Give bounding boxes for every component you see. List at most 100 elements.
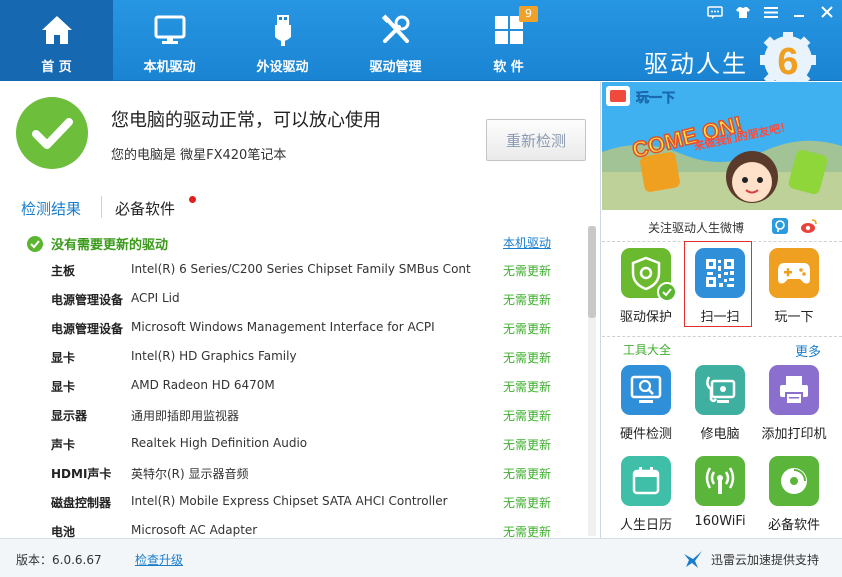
tab-results[interactable]: 检测结果	[21, 198, 81, 219]
device-name: ACPI Lid	[131, 291, 180, 305]
device-type: 磁盘控制器	[51, 496, 112, 510]
check-update-link[interactable]: 检查升级	[135, 551, 183, 568]
logo-digit: 6	[777, 41, 798, 83]
results-scrollbar[interactable]	[588, 226, 596, 536]
usb-icon	[265, 12, 301, 48]
device-status: 无需更新	[503, 525, 552, 538]
device-name: Intel(R) 6 Series/C200 Series Chipset Fa…	[131, 262, 471, 276]
results-summary: 没有需要更新的驱动	[27, 234, 168, 253]
tools-header: 工具大全 更多	[602, 336, 842, 360]
table-row: 声卡 Realtek High Definition Audio 无需更新	[0, 430, 590, 459]
tool-repair-pc[interactable]: 修电脑	[684, 365, 756, 455]
top-bar: 首 页 本机驱动 外设驱动 驱动管理 软 件 9 驱动人生 6	[0, 0, 842, 86]
nav-software[interactable]: 软 件	[452, 0, 565, 81]
tool-hardware-detect[interactable]: 硬件检测	[610, 365, 682, 455]
tool-calendar[interactable]: 人生日历	[610, 456, 682, 546]
nav-local-driver-label: 本机驱动	[143, 60, 196, 75]
device-name: Microsoft Windows Management Interface f…	[131, 320, 435, 334]
gamepad-icon	[769, 248, 819, 298]
nav-driver-manage-label: 驱动管理	[369, 60, 422, 75]
device-name: Realtek High Definition Audio	[131, 436, 308, 450]
nav-driver-manage[interactable]: 驱动管理	[339, 0, 452, 81]
disc-icon	[769, 456, 819, 506]
hardware-detect-icon	[621, 365, 671, 415]
device-type: 电源管理设备	[51, 322, 124, 336]
device-status: 无需更新	[503, 496, 552, 510]
tools-title: 工具大全	[623, 343, 672, 357]
shield-gear-icon	[621, 248, 677, 302]
tool-essential-software[interactable]: 必备软件	[758, 456, 830, 546]
device-status: 无需更新	[503, 293, 552, 307]
status-ok-icon	[16, 97, 88, 169]
tools-more-link[interactable]: 更多	[795, 341, 821, 360]
support-text: 迅雷云加速提供支持	[711, 553, 820, 567]
tool-name: 人生日历	[619, 518, 672, 533]
tencent-weibo-icon[interactable]	[772, 218, 788, 234]
brand-name: 驱动人生	[644, 50, 748, 78]
recheck-button[interactable]: 重新检测	[486, 119, 586, 161]
promo-banner[interactable]: 玩一下 COME ON! 来做我们的朋友吧！	[602, 82, 842, 210]
device-type: 显卡	[51, 380, 76, 394]
nav-local-driver[interactable]: 本机驱动	[113, 0, 226, 81]
nav-peripheral-driver-label: 外设驱动	[256, 60, 309, 75]
status-title: 您电脑的驱动正常，可以放心使用	[111, 110, 381, 131]
message-icon[interactable]	[706, 5, 724, 19]
device-status: 无需更新	[503, 380, 552, 394]
scrollbar-thumb[interactable]	[588, 226, 596, 318]
device-type: 电源管理设备	[51, 293, 124, 307]
tools-icon	[378, 12, 414, 48]
follow-weibo-row: 关注驱动人生微博	[602, 212, 842, 242]
app-name: 玩一下	[774, 310, 814, 325]
nav-software-label: 软 件	[493, 60, 524, 75]
device-name: 英特尔(R) 显示器音频	[131, 467, 249, 481]
skin-icon[interactable]	[734, 5, 752, 19]
menu-icon[interactable]	[762, 5, 780, 19]
device-status: 无需更新	[503, 409, 552, 423]
check-circle-icon	[27, 235, 43, 252]
window-controls	[706, 5, 836, 19]
device-name: Intel(R) Mobile Express Chipset SATA AHC…	[131, 494, 448, 508]
local-driver-link[interactable]: 本机驱动	[503, 234, 551, 251]
minimize-icon[interactable]	[790, 5, 808, 19]
device-type: 电池	[51, 525, 76, 538]
app-play[interactable]: 玩一下	[758, 248, 830, 338]
device-name: AMD Radeon HD 6470M	[131, 378, 275, 392]
results-summary-text: 没有需要更新的驱动	[51, 238, 169, 253]
tool-name: 必备软件	[767, 518, 820, 533]
sina-weibo-icon[interactable]	[800, 217, 818, 235]
tool-add-printer[interactable]: 添加打印机	[758, 365, 830, 455]
check-badge-icon	[657, 282, 677, 302]
banner-tag: 玩一下	[636, 91, 675, 106]
monitor-icon	[152, 12, 188, 48]
tool-wifi[interactable]: 160WiFi	[684, 456, 756, 546]
table-row: 电源管理设备 Microsoft Windows Management Inte…	[0, 314, 590, 343]
device-type: 声卡	[51, 438, 76, 452]
tab-divider	[101, 196, 102, 218]
app-scan[interactable]: 扫一扫	[684, 248, 756, 338]
results-list: 没有需要更新的驱动 本机驱动 主板 Intel(R) 6 Series/C200…	[0, 228, 590, 538]
tool-name: 添加打印机	[761, 427, 827, 442]
status-panel: 您电脑的驱动正常，可以放心使用 您的电脑是 微星FX420笔记本 重新检测	[0, 82, 600, 182]
nav-peripheral-driver[interactable]: 外设驱动	[226, 0, 339, 81]
table-row: 显示器 通用即插即用监视器 无需更新	[0, 401, 590, 430]
close-icon[interactable]	[818, 5, 836, 19]
nav-home[interactable]: 首 页	[0, 0, 113, 81]
device-name: Microsoft AC Adapter	[131, 523, 258, 537]
device-status: 无需更新	[503, 467, 552, 481]
device-type: 主板	[51, 264, 76, 278]
qr-code-icon	[695, 248, 745, 298]
device-status: 无需更新	[503, 351, 552, 365]
tab-essential-software[interactable]: 必备软件	[115, 198, 175, 219]
table-row: 电源管理设备 ACPI Lid 无需更新	[0, 285, 590, 314]
repair-pc-icon	[695, 365, 745, 415]
brand-logo: 6	[752, 30, 822, 86]
calendar-icon	[621, 456, 671, 506]
app-driver-protect[interactable]: 驱动保护	[610, 248, 682, 338]
device-name: 通用即插即用监视器	[131, 409, 240, 423]
nav-home-label: 首 页	[41, 60, 72, 75]
printer-icon	[769, 365, 819, 415]
table-row: 磁盘控制器 Intel(R) Mobile Express Chipset SA…	[0, 488, 590, 517]
follow-weibo-text[interactable]: 关注驱动人生微博	[648, 219, 744, 236]
app-name: 驱动保护	[619, 310, 672, 325]
table-row: HDMI声卡 英特尔(R) 显示器音频 无需更新	[0, 459, 590, 488]
